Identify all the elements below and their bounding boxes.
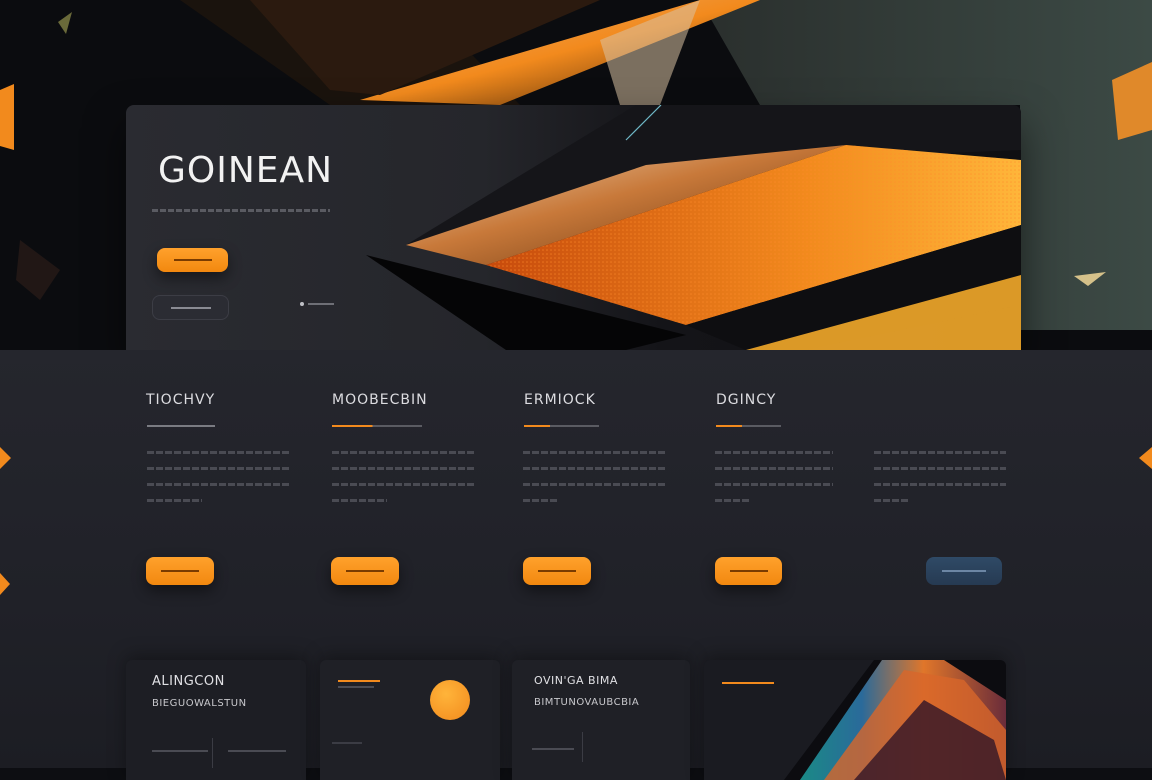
secondary-cta-button[interactable] bbox=[152, 295, 229, 320]
orange-circle-icon bbox=[430, 680, 470, 720]
chevron-left-icon[interactable] bbox=[0, 573, 10, 595]
feature-description bbox=[147, 451, 289, 515]
title-underline bbox=[524, 425, 599, 427]
feature-description bbox=[332, 451, 474, 515]
feature-title: MOOBECBIN bbox=[332, 392, 428, 408]
hero-panel: GOINEAN bbox=[126, 105, 1021, 350]
button-label-placeholder bbox=[161, 570, 199, 572]
card-title: OVIN'GA BIMA bbox=[534, 674, 618, 687]
feature-title: ERMIOCK bbox=[524, 392, 596, 408]
primary-cta-button[interactable] bbox=[157, 248, 228, 272]
card-artwork bbox=[784, 660, 1006, 780]
card-subtitle: BIEGUOWALSTUN bbox=[152, 698, 247, 709]
chevron-left-icon[interactable] bbox=[0, 447, 11, 469]
bullet-icon bbox=[300, 302, 304, 306]
feature-description bbox=[523, 451, 665, 515]
button-label-placeholder bbox=[346, 570, 384, 572]
accent-line bbox=[338, 680, 380, 682]
feature-button-secondary[interactable] bbox=[926, 557, 1002, 585]
chevron-right-icon[interactable] bbox=[1139, 447, 1152, 469]
feature-button[interactable] bbox=[146, 557, 214, 585]
info-card[interactable]: ALINGCON BIEGUOWALSTUN bbox=[126, 660, 306, 780]
title-underline bbox=[147, 425, 215, 427]
hero-artwork bbox=[366, 105, 1021, 350]
button-label-placeholder bbox=[942, 570, 986, 572]
info-card[interactable] bbox=[320, 660, 500, 780]
meta-text-placeholder bbox=[308, 303, 334, 305]
feature-button[interactable] bbox=[331, 557, 399, 585]
card-subtitle: BIMTUNOVAUBCBIA bbox=[534, 697, 640, 708]
feature-title: DGINCY bbox=[716, 392, 777, 408]
button-label-placeholder bbox=[173, 259, 212, 261]
feature-button[interactable] bbox=[715, 557, 782, 585]
divider bbox=[228, 750, 286, 752]
hero-title: GOINEAN bbox=[158, 150, 334, 191]
image-card[interactable] bbox=[704, 660, 1006, 780]
card-title: ALINGCON bbox=[152, 674, 225, 689]
divider bbox=[532, 748, 574, 750]
title-underline bbox=[332, 425, 422, 427]
feature-button[interactable] bbox=[523, 557, 591, 585]
feature-description bbox=[874, 451, 1006, 515]
feature-description bbox=[715, 451, 833, 515]
info-card[interactable]: OVIN'GA BIMA BIMTUNOVAUBCBIA bbox=[512, 660, 690, 780]
feature-title: TIOCHVY bbox=[146, 392, 216, 408]
divider bbox=[152, 750, 208, 752]
text-placeholder bbox=[338, 686, 374, 688]
divider bbox=[582, 732, 583, 762]
title-underline bbox=[716, 425, 781, 427]
divider bbox=[332, 742, 362, 744]
button-label-placeholder bbox=[170, 306, 211, 309]
button-label-placeholder bbox=[538, 570, 576, 572]
button-label-placeholder bbox=[729, 570, 768, 572]
hero-meta bbox=[300, 302, 334, 306]
hero-subtitle-placeholder bbox=[152, 209, 330, 212]
divider bbox=[212, 738, 213, 768]
